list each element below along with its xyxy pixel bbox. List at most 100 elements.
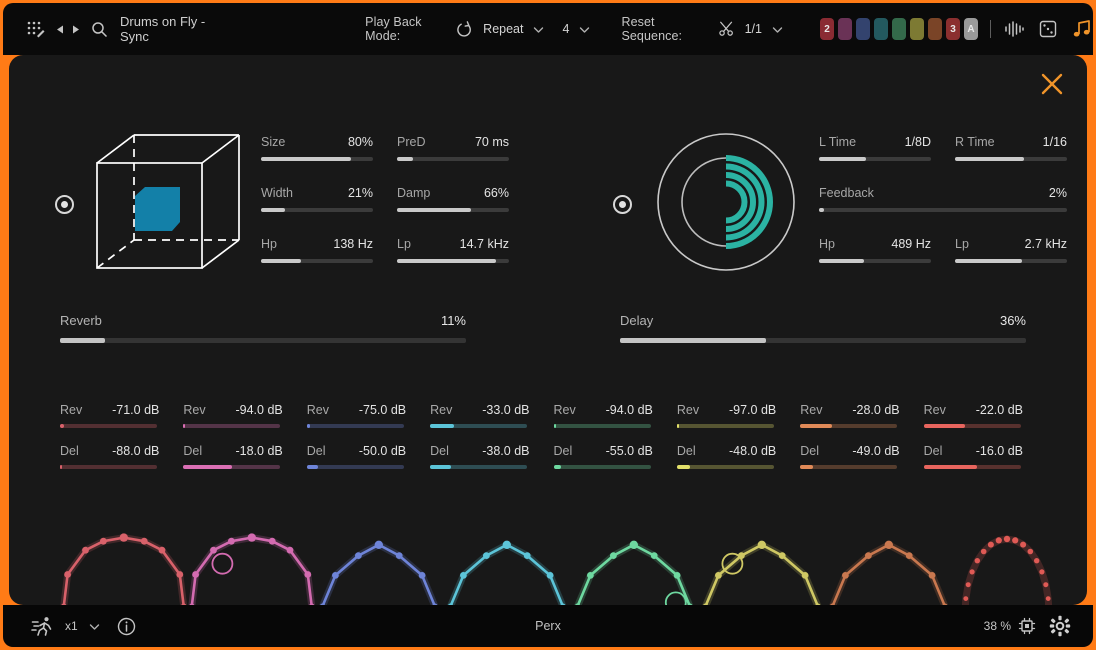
envelope-7[interactable] [825, 525, 953, 605]
repeat-loop-icon[interactable] [455, 20, 474, 39]
send-track[interactable] [60, 465, 157, 469]
track-swatch-7[interactable] [928, 18, 942, 40]
envelope-2[interactable] [187, 525, 316, 605]
delay-param-lp[interactable]: Lp 2.7 kHz [955, 237, 1067, 263]
envelope-3[interactable] [315, 525, 443, 605]
track-swatch-6[interactable] [910, 18, 924, 40]
envelope-8[interactable] [953, 525, 1081, 605]
rev-send-2[interactable]: Rev -94.0 dB [183, 403, 306, 428]
rev-send-4[interactable]: Rev -33.0 dB [430, 403, 553, 428]
reverb-mix-track[interactable] [60, 338, 466, 343]
send-track[interactable] [60, 424, 157, 428]
reverb-power-toggle-icon[interactable] [55, 195, 74, 214]
reset-chevron-down-icon[interactable] [771, 23, 784, 36]
playback-mode-value[interactable]: Repeat [483, 22, 523, 36]
chevron-down-icon[interactable] [532, 23, 545, 36]
rev-send-5[interactable]: Rev -94.0 dB [553, 403, 677, 428]
send-track[interactable] [183, 424, 281, 428]
delay-param-hp[interactable]: Hp 489 Hz [819, 237, 931, 263]
envelope-6[interactable] [698, 525, 826, 605]
send-track[interactable] [430, 424, 528, 428]
send-track[interactable] [430, 465, 528, 469]
param-track[interactable] [819, 208, 1067, 212]
rev-send-1[interactable]: Rev -71.0 dB [60, 403, 183, 428]
param-track[interactable] [955, 157, 1067, 161]
send-track[interactable] [676, 424, 774, 428]
track-swatch-5[interactable] [892, 18, 906, 40]
project-title[interactable]: Drums on Fly - Sync [120, 14, 225, 44]
del-send-8[interactable]: Del -16.0 dB [923, 444, 1047, 469]
close-icon[interactable] [1035, 67, 1069, 101]
track-swatch-8[interactable]: 3 [946, 18, 960, 40]
param-track[interactable] [261, 208, 373, 212]
track-swatch-4[interactable] [874, 18, 888, 40]
reverb-param-hp[interactable]: Hp 138 Hz [261, 237, 373, 263]
bars-chevron-down-icon[interactable] [578, 23, 591, 36]
delay-param-l-time[interactable]: L Time 1/8D [819, 135, 931, 161]
runner-speed-icon[interactable] [31, 615, 55, 637]
send-track[interactable] [923, 465, 1021, 469]
cpu-chip-icon[interactable] [1017, 616, 1037, 636]
next-arrow-icon[interactable] [70, 24, 81, 35]
grid-edit-icon[interactable] [25, 19, 45, 39]
envelope-5[interactable] [570, 525, 698, 605]
rev-send-6[interactable]: Rev -97.0 dB [676, 403, 800, 428]
rev-send-7[interactable]: Rev -28.0 dB [800, 403, 923, 428]
envelope-4[interactable] [443, 525, 571, 605]
reverb-param-pred[interactable]: PreD 70 ms [397, 135, 509, 161]
param-track[interactable] [955, 259, 1067, 263]
envelope-1[interactable] [60, 525, 188, 605]
param-track[interactable] [397, 259, 509, 263]
randomize-dice-icon[interactable] [1038, 19, 1058, 39]
param-track[interactable] [397, 157, 509, 161]
track-swatch-3[interactable] [856, 18, 870, 40]
reverb-param-size[interactable]: Size 80% [261, 135, 373, 161]
del-send-1[interactable]: Del -88.0 dB [60, 444, 183, 469]
send-track[interactable] [923, 424, 1021, 428]
send-track[interactable] [553, 465, 651, 469]
reverb-mix-slider[interactable]: Reverb 11% [60, 313, 466, 355]
gear-icon[interactable] [1049, 615, 1071, 637]
reset-sequence-value[interactable]: 1/1 [745, 22, 762, 36]
param-track[interactable] [819, 259, 931, 263]
reverb-param-lp[interactable]: Lp 14.7 kHz [397, 237, 509, 263]
speed-value[interactable]: x1 [65, 619, 78, 633]
del-send-6[interactable]: Del -48.0 dB [676, 444, 800, 469]
delay-power-toggle-icon[interactable] [613, 195, 632, 214]
send-track[interactable] [800, 424, 898, 428]
scissors-icon[interactable] [718, 20, 736, 38]
track-swatch-1[interactable]: 2 [820, 18, 834, 40]
send-track[interactable] [800, 465, 898, 469]
del-send-5[interactable]: Del -55.0 dB [553, 444, 677, 469]
waveform-icon[interactable] [1003, 20, 1025, 38]
rev-send-3[interactable]: Rev -75.0 dB [306, 403, 430, 428]
param-track[interactable] [261, 259, 373, 263]
delay-mix-slider[interactable]: Delay 36% [620, 313, 1026, 355]
rev-send-8[interactable]: Rev -22.0 dB [923, 403, 1047, 428]
send-track[interactable] [553, 424, 651, 428]
bars-value[interactable]: 4 [562, 22, 569, 36]
delay-rings-icon[interactable] [645, 121, 807, 283]
track-swatch-9[interactable]: A [964, 18, 978, 40]
send-track[interactable] [306, 465, 404, 469]
reverb-param-width[interactable]: Width 21% [261, 186, 373, 212]
send-track[interactable] [306, 424, 404, 428]
del-send-2[interactable]: Del -18.0 dB [183, 444, 306, 469]
delay-mix-track[interactable] [620, 338, 1026, 343]
info-icon[interactable] [117, 617, 136, 636]
param-track[interactable] [261, 157, 373, 161]
param-track[interactable] [397, 208, 509, 212]
prev-arrow-icon[interactable] [55, 24, 66, 35]
search-icon[interactable] [91, 21, 108, 38]
del-send-7[interactable]: Del -49.0 dB [800, 444, 923, 469]
del-send-3[interactable]: Del -50.0 dB [306, 444, 430, 469]
reverb-cube-icon[interactable] [87, 121, 249, 283]
speed-chevron-down-icon[interactable] [88, 620, 101, 633]
send-track[interactable] [676, 465, 774, 469]
param-track[interactable] [819, 157, 931, 161]
reverb-param-damp[interactable]: Damp 66% [397, 186, 509, 212]
delay-param-r-time[interactable]: R Time 1/16 [955, 135, 1067, 161]
send-track[interactable] [183, 465, 281, 469]
track-swatch-2[interactable] [838, 18, 852, 40]
music-note-icon[interactable] [1071, 19, 1093, 39]
